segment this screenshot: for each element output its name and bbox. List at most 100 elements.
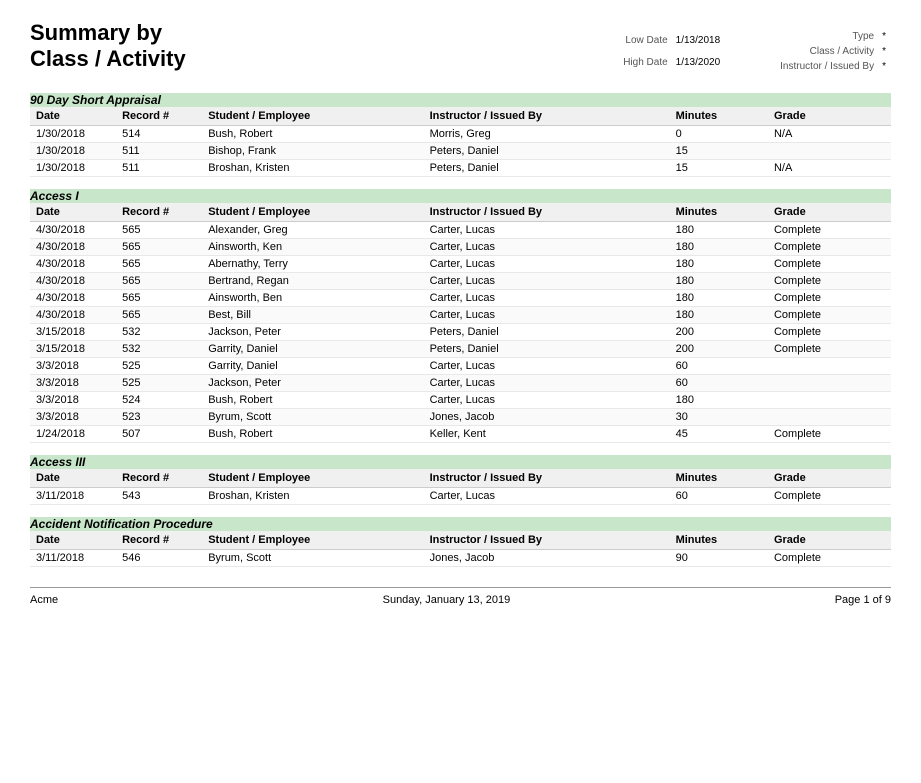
table-cell: 3/3/2018 — [30, 375, 116, 392]
low-date-label: Low Date — [620, 30, 670, 51]
table-cell: 180 — [670, 256, 768, 273]
column-header-student---employee: Student / Employee — [202, 469, 423, 488]
table-cell: Abernathy, Terry — [202, 256, 423, 273]
table-cell: Complete — [768, 222, 891, 239]
column-header-minutes: Minutes — [670, 531, 768, 550]
table-cell: 525 — [116, 358, 202, 375]
table-cell: Carter, Lucas — [424, 273, 670, 290]
table-cell: 180 — [670, 290, 768, 307]
table-cell: 565 — [116, 273, 202, 290]
table-cell: Garrity, Daniel — [202, 358, 423, 375]
class-activity-value: * — [879, 45, 889, 58]
column-header-record--: Record # — [116, 107, 202, 126]
table-cell: 565 — [116, 290, 202, 307]
column-header-grade: Grade — [768, 469, 891, 488]
section-title: Access I — [30, 189, 891, 203]
table-cell: 3/3/2018 — [30, 358, 116, 375]
table-cell: Carter, Lucas — [424, 358, 670, 375]
table-cell: Complete — [768, 307, 891, 324]
column-header-instructor---issued-by: Instructor / Issued By — [424, 107, 670, 126]
table-cell — [768, 375, 891, 392]
table-cell: Bush, Robert — [202, 392, 423, 409]
table-cell: Carter, Lucas — [424, 488, 670, 505]
table-row: 4/30/2018565Ainsworth, KenCarter, Lucas1… — [30, 239, 891, 256]
table-cell: 532 — [116, 324, 202, 341]
class-activity-label: Class / Activity — [777, 45, 877, 58]
table-cell: Jackson, Peter — [202, 324, 423, 341]
table-cell: 565 — [116, 307, 202, 324]
table-row: 1/30/2018514Bush, RobertMorris, Greg0N/A — [30, 126, 891, 143]
table-cell: 180 — [670, 273, 768, 290]
column-header-student---employee: Student / Employee — [202, 531, 423, 550]
table-cell: 3/11/2018 — [30, 488, 116, 505]
table-cell: 200 — [670, 341, 768, 358]
table-cell: Bush, Robert — [202, 126, 423, 143]
section-title: Access III — [30, 455, 891, 469]
table-cell: 507 — [116, 426, 202, 443]
column-header-date: Date — [30, 469, 116, 488]
type-label: Type — [777, 30, 877, 43]
section-table: Access IIIDateRecord #Student / Employee… — [30, 455, 891, 505]
section-table: Accident Notification ProcedureDateRecor… — [30, 517, 891, 567]
column-header-grade: Grade — [768, 531, 891, 550]
report-title: Summary by Class / Activity — [30, 20, 186, 73]
table-cell: Complete — [768, 290, 891, 307]
table-cell: Complete — [768, 256, 891, 273]
table-cell: 4/30/2018 — [30, 256, 116, 273]
table-cell: Complete — [768, 488, 891, 505]
table-cell: 1/30/2018 — [30, 143, 116, 160]
table-cell: 543 — [116, 488, 202, 505]
type-filters: Type * Class / Activity * Instructor / I… — [775, 28, 891, 75]
table-cell: 523 — [116, 409, 202, 426]
table-cell: 90 — [670, 550, 768, 567]
table-cell: 4/30/2018 — [30, 222, 116, 239]
section-title: 90 Day Short Appraisal — [30, 93, 891, 107]
table-cell: Byrum, Scott — [202, 550, 423, 567]
table-cell: 546 — [116, 550, 202, 567]
table-cell: 200 — [670, 324, 768, 341]
section-table: 90 Day Short AppraisalDateRecord #Studen… — [30, 93, 891, 177]
table-cell: Carter, Lucas — [424, 290, 670, 307]
table-cell: Peters, Daniel — [424, 341, 670, 358]
column-header-minutes: Minutes — [670, 469, 768, 488]
column-header-grade: Grade — [768, 107, 891, 126]
instructor-label: Instructor / Issued By — [777, 60, 877, 73]
table-row: 3/11/2018546Byrum, ScottJones, Jacob90Co… — [30, 550, 891, 567]
table-cell: 4/30/2018 — [30, 273, 116, 290]
footer-page: Page 1 of 9 — [835, 594, 891, 606]
table-cell: Jones, Jacob — [424, 550, 670, 567]
table-cell — [768, 143, 891, 160]
table-row: 3/3/2018523Byrum, ScottJones, Jacob30 — [30, 409, 891, 426]
table-cell: N/A — [768, 160, 891, 177]
table-cell: Complete — [768, 426, 891, 443]
column-header-instructor---issued-by: Instructor / Issued By — [424, 531, 670, 550]
table-cell: 45 — [670, 426, 768, 443]
column-header-minutes: Minutes — [670, 203, 768, 222]
table-cell: 1/24/2018 — [30, 426, 116, 443]
table-cell — [768, 409, 891, 426]
table-cell: 180 — [670, 239, 768, 256]
table-cell: 525 — [116, 375, 202, 392]
table-cell: 4/30/2018 — [30, 290, 116, 307]
footer-date: Sunday, January 13, 2019 — [383, 594, 511, 606]
table-row: 3/3/2018524Bush, RobertCarter, Lucas180 — [30, 392, 891, 409]
table-cell: Morris, Greg — [424, 126, 670, 143]
table-row: 3/3/2018525Jackson, PeterCarter, Lucas60 — [30, 375, 891, 392]
column-header-grade: Grade — [768, 203, 891, 222]
table-row: 4/30/2018565Ainsworth, BenCarter, Lucas1… — [30, 290, 891, 307]
column-header-instructor---issued-by: Instructor / Issued By — [424, 203, 670, 222]
table-row: 3/15/2018532Jackson, PeterPeters, Daniel… — [30, 324, 891, 341]
table-cell: Complete — [768, 324, 891, 341]
column-header-instructor---issued-by: Instructor / Issued By — [424, 469, 670, 488]
table-cell: Best, Bill — [202, 307, 423, 324]
table-cell: Peters, Daniel — [424, 324, 670, 341]
table-cell — [768, 358, 891, 375]
low-date-value: 1/13/2018 — [673, 30, 724, 51]
table-cell: Complete — [768, 239, 891, 256]
report-footer: Acme Sunday, January 13, 2019 Page 1 of … — [30, 587, 891, 606]
table-cell: 60 — [670, 375, 768, 392]
column-header-record--: Record # — [116, 531, 202, 550]
table-row: 4/30/2018565Abernathy, TerryCarter, Luca… — [30, 256, 891, 273]
footer-company: Acme — [30, 594, 58, 606]
column-header-record--: Record # — [116, 469, 202, 488]
